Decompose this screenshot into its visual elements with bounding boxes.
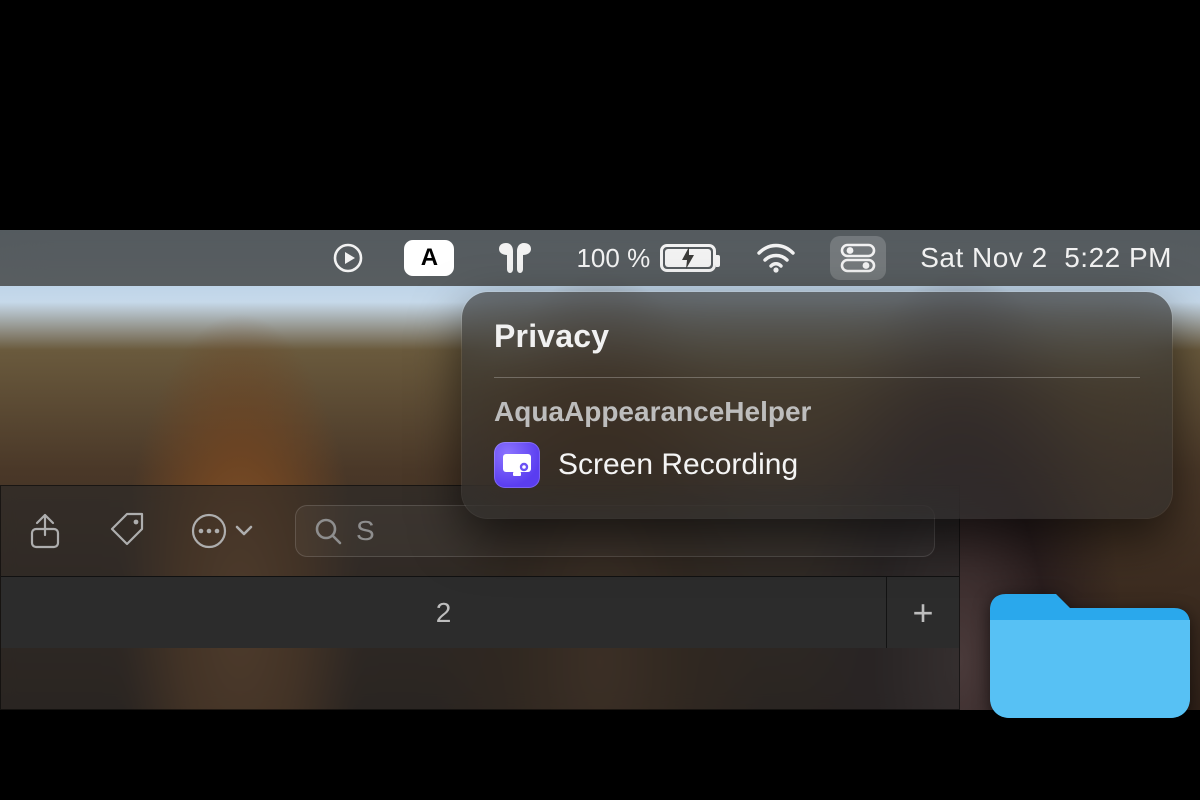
popover-permission-label: Screen Recording [558, 448, 798, 482]
popover-app-name: AquaAppearanceHelper [494, 396, 1140, 428]
magnifying-glass-icon [314, 517, 342, 545]
finder-tab[interactable]: 2 [1, 577, 887, 648]
wifi-icon [756, 243, 796, 273]
input-source-menu-extra[interactable]: A [398, 230, 460, 286]
desktop-folder[interactable] [980, 580, 1190, 720]
finder-tab-bar: 2 + [1, 576, 959, 648]
battery-menu-extra[interactable]: 100 % [570, 230, 722, 286]
battery-icon [660, 244, 716, 272]
popover-divider [494, 377, 1140, 378]
input-source-icon: A [404, 240, 454, 276]
charging-bolt-icon [680, 247, 696, 269]
control-center-menu-extra[interactable] [830, 236, 886, 280]
battery-percent-text: 100 % [576, 243, 650, 274]
folder-icon [980, 580, 1190, 720]
popover-permission-row[interactable]: Screen Recording [494, 442, 1140, 488]
new-tab-button[interactable]: + [887, 577, 959, 648]
search-field-text: S [356, 515, 375, 547]
plus-icon: + [912, 592, 933, 634]
finder-tab-label: 2 [436, 597, 452, 629]
more-actions-button[interactable] [189, 511, 253, 551]
now-playing-icon [332, 242, 364, 274]
airpods-menu-extra[interactable] [488, 230, 542, 286]
screen-recording-icon [494, 442, 540, 488]
menubar-date: Sat Nov 2 [920, 242, 1047, 274]
menubar-time: 5:22 PM [1064, 242, 1172, 274]
wifi-menu-extra[interactable] [750, 230, 802, 286]
clock-menu-extra[interactable]: Sat Nov 2 5:22 PM [914, 230, 1178, 286]
chevron-down-icon [235, 524, 253, 538]
now-playing-menu-extra[interactable] [326, 230, 370, 286]
desktop: A 100 % [0, 230, 1200, 710]
menu-bar: A 100 % [0, 230, 1200, 286]
privacy-popover: Privacy AquaAppearanceHelper Screen Reco… [462, 292, 1172, 518]
airpods-icon [494, 241, 536, 275]
finder-window: S 2 + [0, 485, 960, 710]
tags-icon[interactable] [107, 511, 147, 551]
popover-title: Privacy [494, 318, 1140, 355]
control-center-icon [840, 242, 876, 274]
share-icon[interactable] [25, 511, 65, 551]
ellipsis-circle-icon [189, 511, 229, 551]
